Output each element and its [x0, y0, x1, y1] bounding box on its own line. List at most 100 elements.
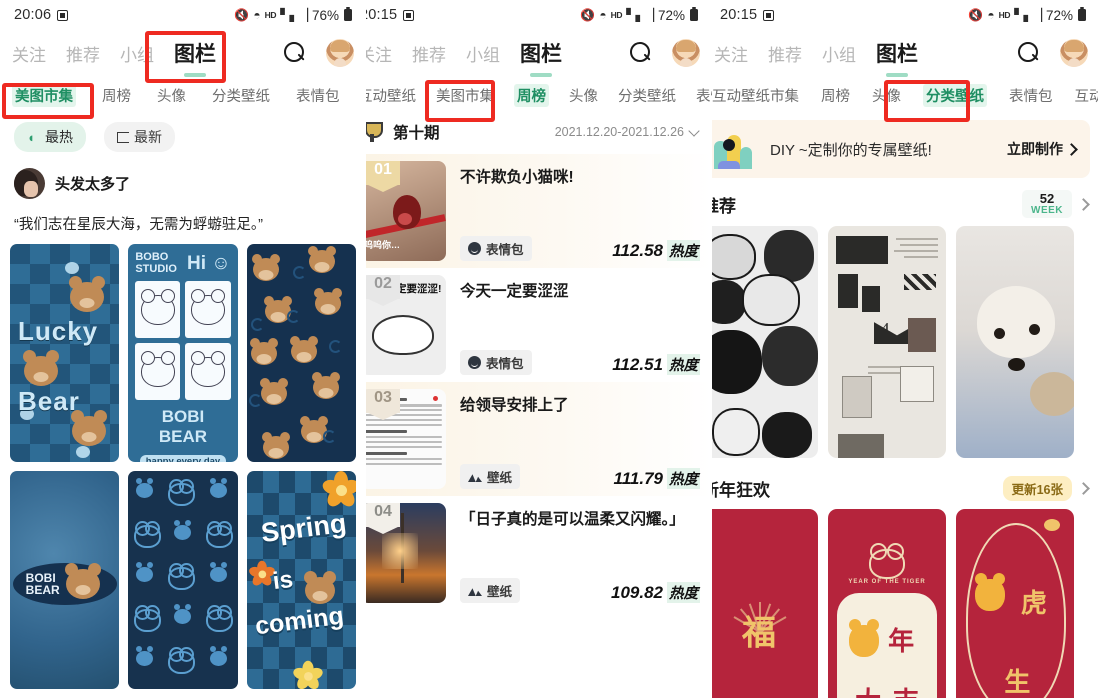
bobi-bear-oval: BOBI BEAR — [12, 563, 117, 606]
wifi-icon: ◓ — [599, 8, 607, 22]
chevron-right-icon[interactable] — [1077, 482, 1090, 496]
section-title: 推荐 — [712, 196, 736, 216]
sub-tab-category-wallpaper[interactable]: 分类壁纸 — [618, 85, 676, 106]
status-icons: 🔇 ◓ HD ▘▖▕ 76% — [234, 6, 352, 23]
wallpaper-paper-collage[interactable]: 4 — [828, 226, 946, 459]
nav-item-gallery[interactable]: 图栏 — [520, 38, 562, 77]
filter-newest[interactable]: 最新 — [104, 122, 175, 152]
table-row[interactable]: 02 今入一定要涩涩! 今天一定要涩涩 表情包 112.51 热度 — [366, 268, 712, 382]
hd-icon: HD — [998, 9, 1011, 20]
nav-item-gallery[interactable]: 图栏 — [174, 38, 216, 77]
rank-category-tag[interactable]: 表情包 — [460, 236, 532, 261]
wallpaper-grid: Lucky Bear BOBO STUDIO Hi ☺ BOBI BEAR happ… — [0, 244, 366, 689]
sub-tab-weekly-rank[interactable]: 周榜 — [514, 83, 549, 107]
rank-thumbnail[interactable]: 01 呜呜你… — [366, 161, 446, 261]
diy-art-icon — [714, 129, 758, 169]
table-row[interactable]: 01 呜呜你… 不许欺负小猫咪! 表情包 112.58 热度 — [366, 154, 712, 268]
wallpaper-year-of-tiger[interactable]: YEAR OF THE TIGER 年 大 吉 — [828, 509, 946, 698]
nav-item-recommend[interactable]: 推荐 — [66, 41, 100, 66]
avatar[interactable] — [1060, 39, 1088, 67]
wallpaper-white-dog[interactable] — [956, 226, 1074, 459]
rank-category-tag[interactable]: 壁纸 — [460, 578, 521, 603]
rank-category-tag[interactable]: 壁纸 — [460, 464, 521, 489]
sub-tab-interactive-wallpaper[interactable]: 互动壁纸 — [366, 85, 416, 106]
nav-item-follow[interactable]: 关注 — [714, 41, 748, 66]
rank-body: 给领导安排上了 壁纸 111.79 热度 — [446, 389, 700, 489]
nav-item-follow[interactable]: 关注 — [12, 41, 46, 66]
status-bar: 20:06 🔇 ◓ HD ▘▖▕ 76% — [0, 0, 366, 30]
wallpaper-spring-is-coming[interactable]: Spring is coming — [246, 471, 356, 689]
search-icon[interactable] — [1018, 42, 1040, 64]
filter-row: 最热 最新 — [0, 114, 366, 156]
nav-item-gallery[interactable]: 图栏 — [876, 38, 918, 77]
rank-thumbnail[interactable]: 03 — [366, 389, 446, 489]
nav-item-group[interactable]: 小组 — [120, 41, 154, 66]
top-nav: 关注 推荐 小组 图栏 — [712, 30, 1098, 77]
search-icon[interactable] — [284, 42, 306, 64]
sub-tab-interactive-wallpaper[interactable]: 互动壁纸 — [1075, 85, 1098, 106]
rank-badge: 04 — [366, 503, 400, 534]
section-header-right[interactable]: 52 WEEK — [1022, 190, 1090, 219]
rank-thumbnail[interactable]: 04 — [366, 503, 446, 603]
nav-item-group[interactable]: 小组 — [466, 41, 500, 66]
active-tab-underline — [886, 73, 908, 77]
wallpaper-manga-girls[interactable] — [712, 226, 818, 459]
sub-tab-stickers[interactable]: 表情包 — [696, 85, 712, 106]
flag-icon — [117, 131, 129, 143]
section-new-year: 新年狂欢 更新16张 福 — [712, 458, 1098, 698]
section-card-row: 4 — [712, 226, 1090, 459]
filter-hottest[interactable]: 最热 — [14, 122, 86, 152]
trophy-icon — [366, 120, 384, 144]
sub-tab-avatar[interactable]: 头像 — [157, 85, 186, 106]
battery-percent: 76% — [311, 7, 339, 23]
diy-cta-button[interactable]: 立即制作 — [1007, 139, 1078, 159]
nav-item-group[interactable]: 小组 — [822, 41, 856, 66]
nav-item-follow[interactable]: 关注 — [366, 41, 392, 66]
sub-tab-stickers[interactable]: 表情包 — [1009, 85, 1053, 106]
mute-icon: 🔇 — [968, 8, 984, 22]
nav-item-recommend[interactable]: 推荐 — [768, 41, 802, 66]
rank-category-tag[interactable]: 表情包 — [460, 350, 532, 375]
table-row[interactable]: 03 给领导安排上了 壁纸 111.79 热度 — [366, 382, 712, 496]
wallpaper-outline-bear-grid[interactable] — [128, 471, 238, 689]
sub-tab-category-wallpaper[interactable]: 分类壁纸 — [923, 83, 987, 107]
chevron-right-icon[interactable] — [1077, 197, 1090, 211]
chevron-right-icon — [1065, 142, 1078, 156]
rank-thumbnail[interactable]: 02 今入一定要涩涩! — [366, 275, 446, 375]
sub-tab-interactive-wallpaper[interactable]: 互动壁纸 — [366, 85, 367, 106]
nav-item-recommend[interactable]: 推荐 — [412, 41, 446, 66]
diy-banner[interactable]: DIY ~定制你的专属壁纸! 立即制作 — [712, 120, 1090, 178]
sub-tab-avatar[interactable]: 头像 — [569, 85, 598, 106]
wallpaper-bobi-bear-plain[interactable]: BOBI BEAR — [10, 471, 120, 689]
signal-icon: ▘▖▕ — [280, 8, 308, 22]
bobo-header: BOBO STUDIO Hi ☺ — [135, 251, 231, 275]
sub-tab-meitu-market[interactable]: 美图市集 — [12, 83, 76, 107]
post-author-row[interactable]: 头发太多了 — [0, 156, 366, 205]
sub-tab-category-wallpaper[interactable]: 分类壁纸 — [212, 85, 270, 106]
avatar[interactable] — [672, 39, 700, 67]
sub-tab-avatar[interactable]: 头像 — [872, 85, 901, 106]
sub-tab-interactive-wallpaper-market[interactable]: 互动壁纸市集 — [712, 85, 799, 106]
signal-icon: ▘▖▕ — [626, 8, 654, 22]
search-icon[interactable] — [630, 42, 652, 64]
section-header-right[interactable]: 更新16张 — [1002, 476, 1090, 502]
sub-tab-weekly-rank[interactable]: 周榜 — [102, 85, 131, 106]
rank-issue: 第十期 — [393, 125, 440, 142]
wallpaper-fu-character[interactable]: 福 — [712, 509, 818, 698]
avatar[interactable] — [326, 39, 354, 67]
table-row[interactable]: 04 「日子真的是可以温柔又闪耀。」 壁纸 109.82 热度 — [366, 496, 712, 610]
wallpaper-dark-bear-pattern[interactable] — [246, 244, 356, 462]
wallpaper-tiger-sheng[interactable]: 虎 生 — [956, 509, 1074, 698]
wallpaper-bobo-studio-bear[interactable]: BOBO STUDIO Hi ☺ BOBI BEAR happy every day… — [128, 244, 238, 462]
screen-record-icon — [763, 9, 775, 21]
mountain-icon — [468, 588, 482, 596]
wallpaper-lucky-bear-checker[interactable]: Lucky Bear — [10, 244, 120, 462]
rank-date-selector[interactable]: 2021.12.20-2021.12.26 — [555, 124, 700, 139]
sub-tab-stickers[interactable]: 表情包 — [296, 85, 340, 106]
rank-badge: 02 — [366, 275, 400, 306]
mute-icon: 🔇 — [580, 8, 596, 22]
author-avatar[interactable] — [14, 168, 45, 199]
sub-tab-meitu-market[interactable]: 美图市集 — [436, 85, 494, 106]
battery-percent: 72% — [657, 7, 685, 23]
sub-tab-weekly-rank[interactable]: 周榜 — [821, 85, 850, 106]
